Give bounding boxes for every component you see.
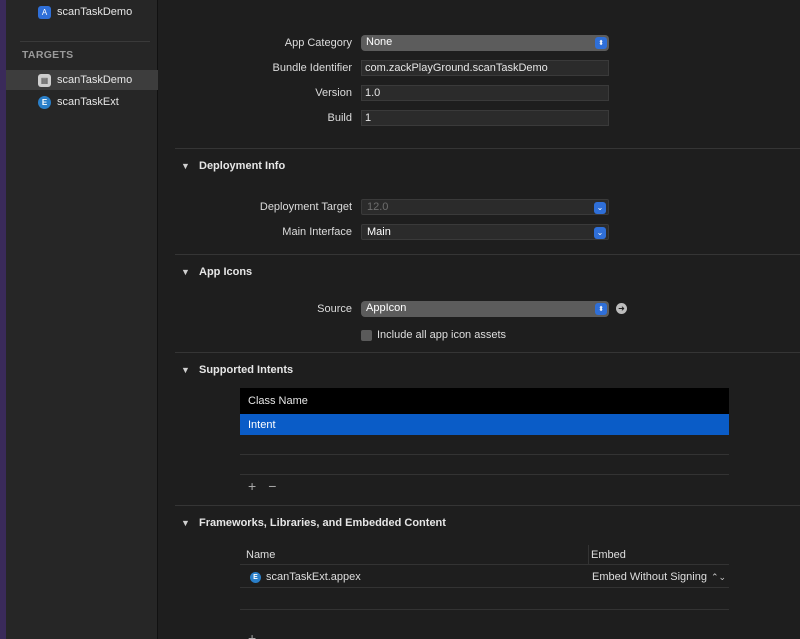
name-column-header[interactable]: Name <box>240 545 589 564</box>
icon-source-row: Source AppIcon ⬍ ➜ <box>159 300 800 320</box>
deployment-target-popup[interactable]: 12.0 ⌄ <box>361 199 609 215</box>
xcode-project-icon: A <box>38 5 51 19</box>
extension-icon: E <box>250 571 261 583</box>
extension-icon: E <box>38 95 51 109</box>
add-framework-button[interactable]: + <box>248 630 256 639</box>
updown-arrows-icon: ⬍ <box>595 37 607 49</box>
bundle-id-row: Bundle Identifier com.zackPlayGround.sca… <box>159 59 800 79</box>
app-category-value: None <box>366 36 393 48</box>
empty-row <box>240 455 729 475</box>
frameworks-toolbar: + <box>248 630 256 639</box>
section-divider <box>175 148 800 149</box>
main-interface-popup[interactable]: Main ⌄ <box>361 224 609 240</box>
framework-name: scanTaskExt.appex <box>266 571 361 583</box>
frameworks-header[interactable]: ▼ Frameworks, Libraries, and Embedded Co… <box>181 514 446 532</box>
project-label: scanTaskDemo <box>57 6 133 18</box>
app-icons-title: App Icons <box>199 266 253 278</box>
embed-popup[interactable]: Embed Without Signing ⌃⌄ <box>592 571 726 583</box>
deployment-info-title: Deployment Info <box>199 160 286 172</box>
updown-arrows-icon: ⬍ <box>595 303 607 315</box>
target-label: scanTaskExt <box>57 96 119 108</box>
build-label: Build <box>327 112 352 124</box>
section-divider <box>175 254 800 255</box>
bundle-id-field[interactable]: com.zackPlayGround.scanTaskDemo <box>361 60 609 76</box>
chevron-down-icon: ⌄ <box>594 227 606 239</box>
chevron-down-icon: ⌄ <box>594 202 606 214</box>
include-all-icons-option[interactable]: Include all app icon assets <box>361 329 506 341</box>
target-item-scantaskext[interactable]: E scanTaskExt <box>6 92 158 112</box>
icon-source-label: Source <box>317 303 352 315</box>
empty-row <box>240 609 729 610</box>
main-interface-label: Main Interface <box>282 226 352 238</box>
remove-intent-button[interactable]: − <box>268 478 276 494</box>
updown-arrows-icon: ⌃⌄ <box>710 571 727 582</box>
chevron-down-icon: ▼ <box>181 267 190 277</box>
include-all-icons-label: Include all app icon assets <box>377 329 507 341</box>
supported-intents-header[interactable]: ▼ Supported Intents <box>181 361 293 379</box>
go-to-arrow-icon[interactable]: ➜ <box>616 303 627 314</box>
class-name-column-header[interactable]: Class Name <box>240 388 729 414</box>
table-row[interactable]: Intent <box>240 414 729 435</box>
sidebar-divider <box>20 41 150 42</box>
frameworks-table-header: Name Embed <box>240 545 729 565</box>
app-category-popup[interactable]: None ⬍ <box>361 35 609 51</box>
frameworks-title: Frameworks, Libraries, and Embedded Cont… <box>199 517 446 529</box>
icon-source-popup[interactable]: AppIcon ⬍ <box>361 301 609 317</box>
section-divider <box>175 352 800 353</box>
embed-column-header[interactable]: Embed <box>589 549 626 561</box>
chevron-down-icon: ▼ <box>181 161 190 171</box>
build-field[interactable]: 1 <box>361 110 609 126</box>
chevron-down-icon: ▼ <box>181 365 190 375</box>
table-row[interactable]: E scanTaskExt.appex Embed Without Signin… <box>240 567 729 588</box>
deployment-target-value: 12.0 <box>367 201 389 213</box>
main-interface-value: Main <box>367 226 391 238</box>
deployment-target-label: Deployment Target <box>259 201 352 213</box>
section-divider <box>175 505 800 506</box>
target-general-settings: App Category None ⬍ Bundle Identifier co… <box>159 0 800 639</box>
embed-value: Embed Without Signing <box>592 571 707 583</box>
target-item-scantaskdemo[interactable]: ▦ scanTaskDemo <box>6 70 158 90</box>
chevron-down-icon: ▼ <box>181 518 190 528</box>
include-all-icons-checkbox[interactable] <box>361 329 372 341</box>
deployment-info-header[interactable]: ▼ Deployment Info <box>181 157 285 175</box>
app-category-label: App Category <box>284 37 352 49</box>
version-field[interactable]: 1.0 <box>361 85 609 101</box>
main-interface-row: Main Interface Main ⌄ <box>159 223 800 243</box>
app-target-icon: ▦ <box>38 73 51 87</box>
intents-toolbar: + − <box>248 478 276 494</box>
supported-intents-title: Supported Intents <box>199 364 294 376</box>
project-navigator: A scanTaskDemo TARGETS ▦ scanTaskDemo E … <box>6 0 158 639</box>
icon-source-value: AppIcon <box>366 302 407 314</box>
deployment-target-row: Deployment Target 12.0 ⌄ <box>159 198 800 218</box>
intents-table: Class Name Intent <box>240 388 729 475</box>
app-icons-header[interactable]: ▼ App Icons <box>181 263 252 281</box>
add-intent-button[interactable]: + <box>248 478 256 494</box>
build-row: Build 1 <box>159 109 800 129</box>
project-item[interactable]: A scanTaskDemo <box>6 2 158 22</box>
empty-row <box>240 435 729 455</box>
version-label: Version <box>315 87 352 99</box>
target-label: scanTaskDemo <box>57 74 133 86</box>
bundle-id-label: Bundle Identifier <box>272 62 353 74</box>
version-row: Version 1.0 <box>159 84 800 104</box>
app-category-row: App Category None ⬍ <box>159 34 800 54</box>
targets-header: TARGETS <box>22 49 74 61</box>
